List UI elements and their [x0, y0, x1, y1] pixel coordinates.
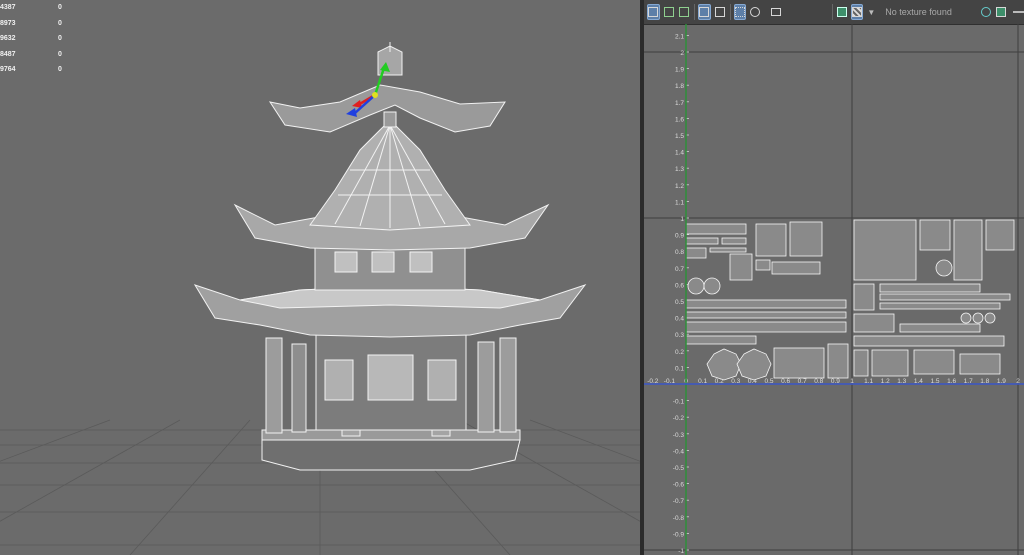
- texture-icon[interactable]: [835, 4, 847, 20]
- dropdown-arrow-icon[interactable]: ▼: [867, 8, 875, 17]
- v-tick-label: 0.7: [675, 266, 684, 273]
- toolbar-separator: [831, 4, 833, 20]
- v-tick-label: 0.6: [675, 282, 684, 289]
- v-tick-label: 1.2: [675, 183, 684, 190]
- uv-shell-icon[interactable]: [647, 4, 660, 20]
- stats-row: 9632 0: [0, 35, 62, 42]
- v-tick-label: 1.8: [675, 83, 684, 90]
- v-tick-label: 0.1: [675, 365, 684, 372]
- v-tick-label: 2.1: [675, 33, 684, 40]
- uv-canvas[interactable]: 2.1 2 1.9 1.8 1.7 1.6 1.5 1.4 1.3 1.2 1.1 1 0.9 0.8 0.…: [644, 24, 1024, 555]
- v-tick-label: 0.4: [675, 316, 684, 323]
- v-tick-label: -0.1: [673, 399, 685, 406]
- v-tick-label: 1.9: [675, 67, 684, 74]
- uv-grid-icon[interactable]: [733, 4, 747, 20]
- stats-row: 9764 0: [0, 66, 62, 73]
- v-tick-label: -0.9: [673, 531, 685, 538]
- uv-grid-icon[interactable]: [714, 4, 726, 20]
- v-tick-label: -0.7: [673, 498, 685, 505]
- v-tick-label: 1.4: [675, 150, 684, 157]
- checker-icon[interactable]: [850, 4, 864, 20]
- uv-shells[interactable]: [685, 219, 1015, 381]
- uv-editor[interactable]: ▼ No texture found 2.1 2 1.9 1.8 1.7 1.6 1.5 1.…: [644, 0, 1024, 555]
- uv-frame-icon[interactable]: [697, 4, 711, 20]
- v-tick-label: -0.4: [673, 448, 685, 455]
- v-tick-label: -0.8: [673, 515, 685, 522]
- v-tick-label: 0.9: [675, 233, 684, 240]
- poly-stats-hud: 4387 0 8973 0 9632 0 8487 0 9764 0: [0, 0, 70, 78]
- uv-sun-icon[interactable]: [749, 4, 761, 20]
- pagoda-model[interactable]: [193, 42, 587, 471]
- v-tick-label: 0.5: [675, 299, 684, 306]
- toolbar-separator: [729, 4, 731, 20]
- 3d-viewport[interactable]: 4387 0 8973 0 9632 0 8487 0 9764 0: [0, 0, 640, 555]
- v-tick-label: 0.8: [675, 249, 684, 256]
- v-tick-label: 1: [680, 216, 684, 223]
- toolbar-separator: [694, 4, 695, 20]
- uv-move-icon[interactable]: [678, 4, 690, 20]
- v-tick-label: -0.6: [673, 482, 685, 489]
- v-tick-label: 1.7: [675, 100, 684, 107]
- uv-snapshot-icon[interactable]: [769, 4, 781, 20]
- close-icon[interactable]: [995, 4, 1007, 20]
- v-tick-label: -0.2: [673, 415, 685, 422]
- v-tick-label: 1.1: [675, 199, 684, 206]
- v-tick-label: 2: [680, 50, 684, 57]
- v-tick-label: -1: [678, 548, 684, 555]
- stats-row: 4387 0: [0, 4, 62, 11]
- v-tick-label: 1.6: [675, 116, 684, 123]
- uv-select-icon[interactable]: [663, 4, 675, 20]
- toolbar-overflow: [1013, 11, 1024, 13]
- v-tick-label: 0.2: [675, 349, 684, 356]
- v-tick-label: -0.5: [673, 465, 685, 472]
- v-tick-label: 1.5: [675, 133, 684, 140]
- v-tick-label: 0.3: [675, 332, 684, 339]
- uv-toolbar: ▼ No texture found: [644, 0, 1024, 25]
- viewport-canvas[interactable]: [0, 0, 640, 555]
- stats-row: 8487 0: [0, 50, 62, 58]
- refresh-icon[interactable]: [980, 4, 992, 20]
- v-tick-label: -0.3: [673, 432, 685, 439]
- texture-status: No texture found: [885, 7, 952, 17]
- stats-row: 8973 0: [0, 19, 62, 27]
- v-tick-label: 1.3: [675, 166, 684, 173]
